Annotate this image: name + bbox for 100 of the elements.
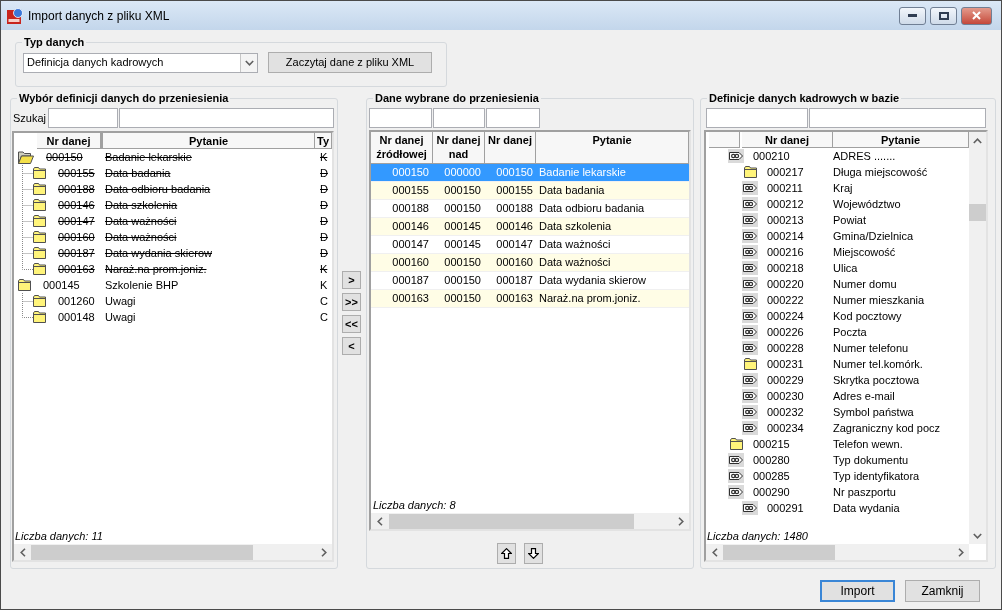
question-text: Symbol państwa xyxy=(833,404,914,420)
record-number: 000148 xyxy=(58,309,95,325)
tree-connector xyxy=(22,165,33,181)
column-header[interactable]: Pytanie xyxy=(101,133,315,149)
table-row[interactable]: 000146 000145 000146 Data szkolenia xyxy=(371,218,689,236)
column-header[interactable] xyxy=(709,132,740,148)
dialog-button[interactable]: Zamknij xyxy=(905,580,980,602)
tag-icon xyxy=(742,245,758,259)
search-field[interactable] xyxy=(119,108,334,128)
arrow-down-icon xyxy=(528,548,539,559)
tree-connector xyxy=(22,213,33,229)
table-cell-text: 000146 xyxy=(495,219,534,235)
window-title: Import danych z pliku XML xyxy=(28,7,170,25)
record-number: 000291 xyxy=(767,500,804,516)
transfer-button[interactable]: << xyxy=(342,315,361,333)
record-number: 000220 xyxy=(767,276,804,292)
dialog-button[interactable]: Import xyxy=(820,580,895,602)
record-number: 000222 xyxy=(767,292,804,308)
chevron-right-icon[interactable] xyxy=(320,547,327,557)
tree-connector xyxy=(22,181,33,197)
scrollbar-thumb[interactable] xyxy=(969,204,986,221)
chevron-down-icon[interactable] xyxy=(244,59,254,66)
column-header[interactable]: Pytanie xyxy=(833,132,969,148)
scrollbar-thumb[interactable] xyxy=(31,544,253,560)
close-icon xyxy=(972,11,981,20)
scrollbar-thumb[interactable] xyxy=(723,544,835,560)
maximize-button[interactable] xyxy=(930,6,957,25)
question-text: Numer telefonu xyxy=(833,340,909,356)
filter-field[interactable] xyxy=(433,108,485,128)
record-number: 000160 xyxy=(58,229,95,245)
filter-field[interactable] xyxy=(706,108,808,128)
question-text: Poczta xyxy=(833,324,867,340)
tag-icon xyxy=(742,389,758,403)
load-xml-button[interactable]: Zaczytaj dane z pliku XML xyxy=(268,52,432,73)
record-number: 000229 xyxy=(767,372,804,388)
chevron-left-icon[interactable] xyxy=(376,516,383,526)
chevron-right-icon[interactable] xyxy=(957,547,964,557)
chevron-left-icon[interactable] xyxy=(711,547,718,557)
transfer-button[interactable]: >> xyxy=(342,293,361,311)
chevron-right-icon[interactable] xyxy=(677,516,684,526)
record-number: 000188 xyxy=(58,181,95,197)
horizontal-scrollbar[interactable] xyxy=(706,544,969,560)
group-title: Wybór definicji danych do przeniesienia xyxy=(18,92,230,105)
table-cell-text: Data ważności xyxy=(538,237,611,253)
question-text: Typ dokumentu xyxy=(833,452,909,468)
type-cell-text: D xyxy=(320,181,328,197)
column-header[interactable]: Nr danej xyxy=(485,132,536,164)
minimize-button[interactable] xyxy=(899,6,926,25)
folder-icon xyxy=(743,166,757,178)
table-cell-text: 000150 xyxy=(443,291,482,307)
question-text: Zagraniczny kod pocz xyxy=(833,420,940,436)
transfer-button[interactable]: < xyxy=(342,337,361,355)
scrollbar-thumb[interactable] xyxy=(389,513,634,529)
close-button[interactable] xyxy=(961,6,992,25)
vertical-scrollbar[interactable] xyxy=(969,132,986,544)
column-header[interactable]: Nr danej źródłowej xyxy=(371,132,433,164)
type-dropdown[interactable]: Definicja danych kadrowych xyxy=(23,52,258,73)
column-header[interactable]: Nr danej nad xyxy=(433,132,485,164)
minimize-icon xyxy=(908,14,917,17)
table-row[interactable]: 000155 000150 000155 Data badania xyxy=(371,182,689,200)
tag-icon xyxy=(742,181,758,195)
filter-field[interactable] xyxy=(809,108,986,128)
table-cell-text: 000150 xyxy=(443,273,482,289)
horizontal-scrollbar[interactable] xyxy=(371,513,689,529)
question-text: Naraż.na prom.joniz. xyxy=(105,261,207,277)
record-number: 000147 xyxy=(58,213,95,229)
tag-icon xyxy=(742,373,758,387)
question-text: Numer domu xyxy=(833,276,897,292)
question-text: Data wydania xyxy=(833,500,900,516)
column-header[interactable]: Nr danej xyxy=(742,132,833,148)
transfer-button[interactable]: > xyxy=(342,271,361,289)
filter-field[interactable] xyxy=(486,108,540,128)
column-header[interactable]: Nr danej xyxy=(37,133,101,149)
record-number: 000216 xyxy=(767,244,804,260)
tag-icon xyxy=(728,453,744,467)
chevron-up-icon[interactable] xyxy=(973,137,982,144)
table-cell-text: Data badania xyxy=(538,183,605,199)
move-down-button[interactable] xyxy=(524,543,543,564)
filter-field[interactable] xyxy=(369,108,432,128)
record-number: 000215 xyxy=(753,436,790,452)
column-header[interactable]: Ty xyxy=(315,133,332,149)
question-text: Gmina/Dzielnica xyxy=(833,228,914,244)
table-row[interactable]: 000163 000150 000163 Naraż.na prom.joniz. xyxy=(371,290,689,308)
question-text: Data ważności xyxy=(105,213,177,229)
move-up-button[interactable] xyxy=(497,543,516,564)
question-text: Typ identyfikatora xyxy=(833,468,920,484)
chevron-down-icon[interactable] xyxy=(973,532,982,539)
search-field[interactable] xyxy=(48,108,118,128)
horizontal-scrollbar[interactable] xyxy=(14,544,332,560)
column-header[interactable]: Pytanie xyxy=(536,132,689,164)
table-cell-text: Badanie lekarskie xyxy=(538,165,626,181)
tag-icon xyxy=(742,405,758,419)
tag-icon xyxy=(728,485,744,499)
type-cell-text: D xyxy=(320,229,328,245)
question-text: Uwagi xyxy=(105,309,136,325)
record-number: 000285 xyxy=(753,468,790,484)
table-row[interactable]: 000160 000150 000160 Data ważności xyxy=(371,254,689,272)
question-text: Data odbioru badania xyxy=(105,181,211,197)
table-cell-text: 000150 xyxy=(443,183,482,199)
chevron-left-icon[interactable] xyxy=(19,547,26,557)
